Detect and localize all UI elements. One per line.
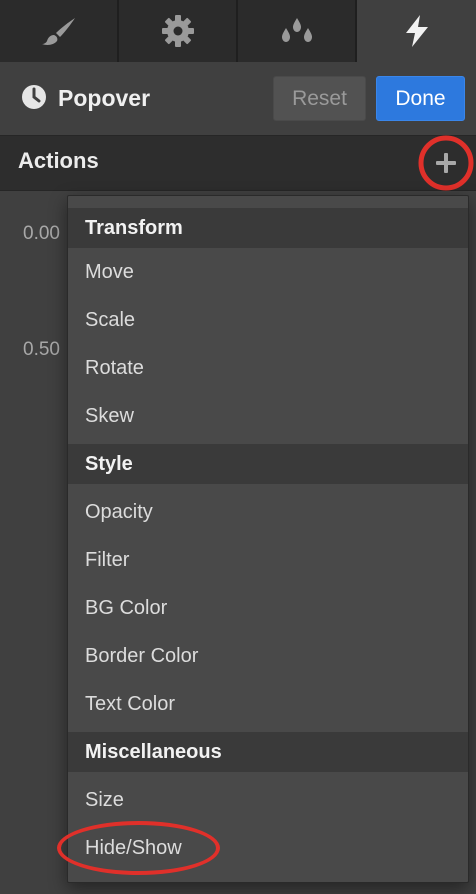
tab-style[interactable] bbox=[0, 0, 119, 62]
tab-interactions[interactable] bbox=[357, 0, 476, 62]
timeline-value-mid: 0.50 bbox=[23, 339, 60, 360]
clock-icon bbox=[22, 85, 46, 109]
menu-item-move[interactable]: Move bbox=[68, 248, 468, 296]
done-button[interactable]: Done bbox=[376, 76, 465, 121]
menu-item-border-color[interactable]: Border Color bbox=[68, 632, 468, 680]
menu-section-miscellaneous: Miscellaneous bbox=[68, 732, 468, 772]
menu-item-rotate[interactable]: Rotate bbox=[68, 344, 468, 392]
reset-button[interactable]: Reset bbox=[273, 76, 366, 121]
timeline-value-start: 0.00 bbox=[23, 223, 60, 244]
tab-bar bbox=[0, 0, 476, 62]
menu-item-text-color[interactable]: Text Color bbox=[68, 680, 468, 728]
actions-label: Actions bbox=[18, 148, 99, 173]
drops-icon bbox=[281, 18, 312, 42]
menu-item-skew[interactable]: Skew bbox=[68, 392, 468, 440]
menu-section-style: Style bbox=[68, 444, 468, 484]
lightning-icon bbox=[405, 15, 428, 47]
gear-icon bbox=[161, 15, 194, 47]
popover-title: Popover bbox=[58, 85, 151, 111]
tab-settings[interactable] bbox=[119, 0, 238, 62]
actions-dropdown-menu: Transform Move Scale Rotate Skew Style O… bbox=[67, 195, 469, 883]
add-action-button[interactable] bbox=[418, 135, 474, 191]
paintbrush-icon bbox=[41, 18, 75, 45]
tab-interactions-drops[interactable] bbox=[238, 0, 357, 62]
menu-item-bg-color[interactable]: BG Color bbox=[68, 584, 468, 632]
plus-icon bbox=[436, 153, 456, 173]
menu-item-size[interactable]: Size bbox=[68, 776, 468, 824]
menu-section-transform: Transform bbox=[68, 208, 468, 248]
hide-show-highlight-ring bbox=[57, 821, 220, 875]
menu-item-opacity[interactable]: Opacity bbox=[68, 488, 468, 536]
menu-item-filter[interactable]: Filter bbox=[68, 536, 468, 584]
menu-item-scale[interactable]: Scale bbox=[68, 296, 468, 344]
